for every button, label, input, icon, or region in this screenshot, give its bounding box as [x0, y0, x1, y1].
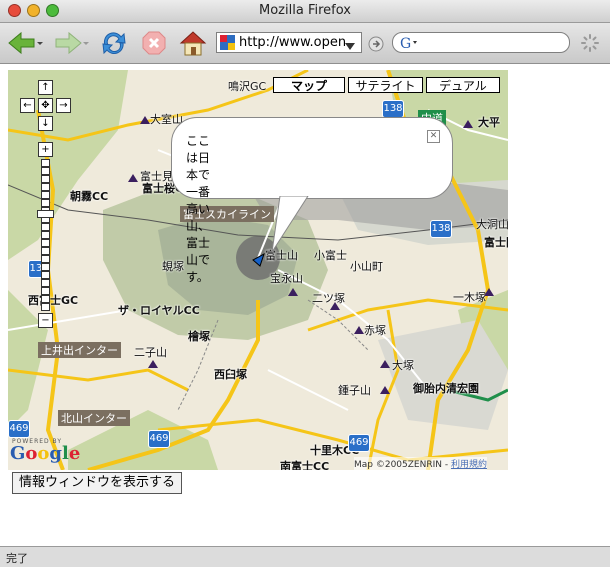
navigation-toolbar: http://www.open G: [0, 23, 610, 64]
map-label-narusawa: 鳴沢GC: [228, 80, 267, 93]
google-logo: POWERED BY Google: [10, 438, 80, 468]
map-label-oono: 大洞山: [476, 218, 508, 231]
map-label-futagoyama: 二子山: [134, 346, 167, 359]
google-wordmark: Google: [10, 444, 80, 464]
logo-letter: o: [37, 443, 50, 464]
map-label-nishifuji: 西富士GC: [28, 294, 79, 307]
forward-button[interactable]: [50, 29, 90, 57]
map-label-taihei: 大平: [478, 116, 500, 129]
map-label-koshiyama: 鍾子山: [338, 384, 371, 397]
search-field[interactable]: G: [392, 32, 570, 53]
zoom-slider-thumb[interactable]: [37, 210, 54, 218]
map-copyright: Map ©2005ZENRIN - 利用規約: [354, 457, 487, 470]
logo-letter: G: [10, 443, 26, 464]
highway-shield-469a: 469: [8, 420, 30, 438]
google-g-icon: G: [400, 36, 417, 51]
map-label-asagiri: 朝霧CC: [70, 190, 109, 203]
page-content: 大室山 富士見 鳴沢GC 大平 中道 富士スカイライン 富士山 小富士 小山町 …: [0, 64, 610, 546]
map-label-southcc: 南富士CC: [280, 460, 330, 470]
highway-shield-138b: 138: [430, 220, 452, 238]
status-bar: 完了: [0, 546, 610, 567]
pan-right-button[interactable]: →: [56, 98, 71, 113]
reload-button[interactable]: [98, 29, 130, 57]
url-text: http://www.open: [239, 35, 347, 50]
url-bar[interactable]: http://www.open: [216, 32, 362, 53]
stop-icon: [142, 31, 166, 55]
go-button[interactable]: [368, 36, 384, 52]
reload-icon: [102, 32, 126, 55]
peak-marker: [463, 120, 473, 128]
logo-letter: o: [25, 443, 38, 464]
map-label-ichiboku: 一木塚: [453, 291, 486, 304]
map-label-fujisaka: 富士岡: [484, 236, 508, 249]
peak-marker: [380, 360, 390, 368]
site-favicon-icon: [220, 35, 235, 50]
zoom-out-button[interactable]: −: [38, 313, 53, 328]
map-label-kamiide: 上井出インター: [38, 342, 121, 358]
throbber: [580, 33, 600, 53]
stop-button[interactable]: [138, 29, 170, 57]
highway-shield-469b: 469: [148, 430, 170, 448]
map-label-hinokizuka: 檜塚: [188, 330, 210, 343]
show-info-window-button[interactable]: 情報ウィンドウを表示する: [12, 472, 183, 494]
highway-shield-469c: 469: [348, 434, 370, 452]
logo-letter: e: [68, 443, 81, 464]
pan-left-button[interactable]: ←: [20, 98, 35, 113]
zoom-slider-track[interactable]: [41, 159, 50, 311]
go-icon: [368, 36, 384, 52]
logo-letter: l: [62, 443, 69, 464]
back-button[interactable]: [6, 29, 44, 57]
chevron-down-icon: [345, 43, 355, 50]
map-label-otsuka: 大塚: [392, 359, 414, 372]
info-window-text: ここは日本で一番高い山、富士山です。: [186, 134, 211, 284]
back-icon: [8, 31, 43, 55]
peak-marker: [380, 386, 390, 394]
copyright-text: Map ©2005ZENRIN -: [354, 460, 451, 470]
map-label-royalcc: ザ・ロイヤルCC: [118, 304, 200, 317]
zoom-in-button[interactable]: +: [38, 142, 53, 157]
map-label-koyamacho: 小山町: [350, 260, 383, 273]
peak-marker: [140, 116, 150, 124]
map-label-hoeizan: 宝永山: [270, 272, 303, 285]
highway-shield-138a: 138: [382, 100, 404, 118]
home-button[interactable]: [176, 29, 210, 57]
map-label-gotemba: 御胎内清宏園: [413, 382, 479, 395]
status-text: 完了: [6, 552, 28, 565]
home-icon: [179, 31, 207, 56]
peak-marker: [128, 174, 138, 182]
url-dropdown-button[interactable]: [343, 37, 357, 50]
title-bar: Mozilla Firefox: [0, 0, 610, 23]
map-label-kofuji: 小富士: [314, 249, 347, 262]
google-map[interactable]: 大室山 富士見 鳴沢GC 大平 中道 富士スカイライン 富士山 小富士 小山町 …: [8, 70, 508, 470]
map-label-kitayama: 北山インター: [58, 410, 130, 426]
pan-center-button[interactable]: ✥: [38, 98, 53, 113]
window-title: Mozilla Firefox: [259, 3, 351, 18]
logo-letter: g: [49, 443, 62, 464]
throbber-icon: [581, 34, 599, 52]
peak-marker: [484, 288, 494, 296]
peak-marker: [288, 288, 298, 296]
svg-text:G: G: [400, 36, 411, 51]
peak-marker: [354, 326, 364, 334]
map-label-nishishirazuka: 西臼塚: [214, 368, 247, 381]
info-window-close-button[interactable]: ✕: [427, 130, 440, 143]
map-type-dual-button[interactable]: デュアル: [426, 77, 500, 93]
map-label-futatsuzuka: 二ツ塚: [312, 292, 345, 305]
peak-marker: [148, 360, 158, 368]
forward-icon: [55, 31, 89, 55]
pan-down-button[interactable]: ↓: [38, 116, 53, 131]
map-type-satellite-button[interactable]: サテライト: [348, 77, 423, 93]
map-label-akatsuka: 赤塚: [364, 324, 386, 337]
pan-up-button[interactable]: ↑: [38, 80, 53, 95]
info-window-tail: [271, 192, 310, 253]
map-label-hojyouin: 蜆塚: [162, 260, 184, 273]
map-type-map-button[interactable]: マップ: [273, 77, 345, 93]
peak-marker: [330, 302, 340, 310]
terms-link[interactable]: 利用規約: [451, 460, 487, 470]
